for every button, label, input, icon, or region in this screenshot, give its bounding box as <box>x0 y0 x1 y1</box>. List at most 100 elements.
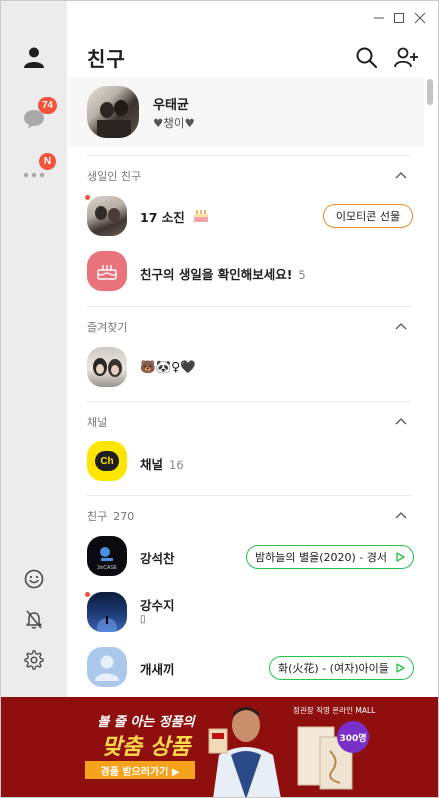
play-icon <box>396 552 405 562</box>
channel-count: 16 <box>169 458 184 472</box>
divider <box>87 495 412 496</box>
ad-cta-button[interactable]: 경품 받으러가기 ▶ <box>85 761 195 779</box>
add-friend-button[interactable] <box>393 45 419 71</box>
close-button[interactable] <box>411 9 429 27</box>
chevron-up-icon <box>395 418 407 425</box>
chevron-up-icon <box>395 172 407 179</box>
birthday-friend-row[interactable]: 17 소진 이모티콘 선물 <box>68 191 424 241</box>
ad-model-image <box>208 707 281 797</box>
friends-title: 친구 <box>87 510 108 523</box>
minimize-icon <box>374 17 384 19</box>
favorite-friend-row[interactable]: 🐻🐼♀🖤 <box>68 343 424 391</box>
my-name: 우태균 <box>153 98 189 113</box>
profile-photo <box>95 206 120 222</box>
divider <box>87 306 412 307</box>
birthday-count: 5 <box>298 268 306 282</box>
smiley-icon <box>24 569 44 589</box>
avatar <box>87 86 139 138</box>
section-collapse-toggle[interactable] <box>394 319 408 333</box>
birthday-check-text: 친구의 생일을 확인해보세요! <box>140 267 293 282</box>
friends-count: 270 <box>113 510 135 523</box>
divider <box>87 401 412 402</box>
birthday-check-row[interactable]: 친구의 생일을 확인해보세요! 5 <box>68 249 424 299</box>
ad-badge: 300명 <box>337 721 369 753</box>
gear-icon <box>24 650 44 670</box>
my-profile-row[interactable]: 우태균 ♥챙이♥ <box>68 77 424 147</box>
notifications-off-button[interactable] <box>18 603 50 635</box>
avatar: JinCASE <box>87 536 127 576</box>
my-status-message: ♥챙이♥ <box>153 116 195 130</box>
default-avatar <box>87 647 127 687</box>
friend-status-message: ▯ <box>140 614 146 625</box>
profile-music-title: 밤하늘의 별을(2020) - 경서 <box>255 551 387 564</box>
birthday-tile <box>87 251 127 291</box>
emoticon-button[interactable] <box>18 563 50 595</box>
friend-name: 강석찬 <box>140 551 175 566</box>
scrollbar-thumb[interactable] <box>427 79 433 105</box>
channel-logo: Ch <box>87 441 127 481</box>
section-title-friends: 친구 270 <box>87 508 134 524</box>
friend-name: 개새끼 <box>140 662 175 677</box>
channel-row[interactable]: Ch 채널 16 <box>68 437 424 487</box>
add-person-icon <box>394 47 418 68</box>
profile-photo <box>97 616 117 632</box>
cake-icon <box>194 210 209 222</box>
search-icon <box>356 47 378 69</box>
chevron-up-icon <box>395 512 407 519</box>
new-badge: N <box>39 153 56 170</box>
settings-button[interactable] <box>18 644 50 676</box>
profile-music-title: 화(火花) - (여자)아이들 <box>278 662 389 675</box>
section-collapse-toggle[interactable] <box>394 414 408 428</box>
ad-banner[interactable]: 볼 줄 아는 정품의 맞춤 상품 경품 받으러가기 ▶ 정관장 직영 온라인 M… <box>1 697 438 797</box>
profile-photo: JinCASE <box>97 547 118 571</box>
maximize-icon <box>394 13 404 23</box>
chevron-up-icon <box>395 323 407 330</box>
profile-photo <box>93 358 122 377</box>
section-title-favorites: 즐겨찾기 <box>87 321 128 334</box>
channel-logo-text: Ch <box>95 451 119 471</box>
profile-photo <box>97 100 131 138</box>
chats-tab[interactable]: 74 <box>18 97 58 135</box>
maximize-button[interactable] <box>390 9 408 27</box>
avatar <box>87 592 127 632</box>
birthday-check-label: 친구의 생일을 확인해보세요! 5 <box>140 264 306 283</box>
friend-name: 🐻🐼♀🖤 <box>140 359 196 374</box>
section-title-birthday: 생일인 친구 <box>87 170 142 183</box>
page-title: 친구 <box>87 47 126 71</box>
profile-music-button[interactable]: 밤하늘의 별을(2020) - 경서 <box>246 545 414 569</box>
nav-rail: 74 N <box>1 1 67 697</box>
section-collapse-toggle[interactable] <box>394 168 408 182</box>
friend-row[interactable]: JinCASE 강석찬 밤하늘의 별을(2020) - 경서 <box>68 532 424 582</box>
avatar <box>87 347 127 387</box>
new-dot <box>85 592 90 597</box>
channel-name: 채널 <box>140 457 164 472</box>
cake-outline-icon <box>97 265 117 280</box>
search-button[interactable] <box>354 45 380 71</box>
svg-text:JinCASE: JinCASE <box>97 565 118 571</box>
channel-label: 채널 16 <box>140 454 184 473</box>
unread-chats-badge: 74 <box>38 97 58 114</box>
friends-list: 우태균 ♥챙이♥ 생일인 친구 17 소진 이모티콘 선물 친구의 생일을 확인… <box>68 77 424 697</box>
bell-off-icon <box>26 610 42 629</box>
friend-name: 강수지 <box>140 598 175 613</box>
friend-name: 17 소진 <box>140 207 209 226</box>
friend-name-text: 17 소진 <box>140 210 185 225</box>
section-collapse-toggle[interactable] <box>394 508 408 522</box>
default-person-icon <box>95 655 119 681</box>
ad-brand: 정관장 직영 온라인 MALL <box>293 706 376 715</box>
play-icon <box>396 663 405 673</box>
send-emoticon-gift-button[interactable]: 이모티콘 선물 <box>323 204 413 228</box>
avatar <box>87 196 127 236</box>
section-title-channel: 채널 <box>87 416 108 429</box>
new-dot <box>85 195 90 200</box>
friends-tab[interactable] <box>18 41 50 73</box>
scrollbar[interactable] <box>425 77 435 697</box>
profile-music-button[interactable]: 화(火花) - (여자)아이들 <box>269 656 414 680</box>
person-icon <box>24 47 44 68</box>
more-tab[interactable]: N <box>18 153 56 189</box>
kakaotalk-window: 74 N 친구 우태균 ♥챙이♥ 생일인 친구 17 소진 이모티콘 선물 친구… <box>0 0 439 798</box>
minimize-button[interactable] <box>370 9 388 27</box>
friend-row[interactable]: 개새끼 화(火花) - (여자)아이들 <box>68 643 424 693</box>
friend-row[interactable]: 강수지 ▯ <box>68 584 424 634</box>
divider <box>87 155 412 156</box>
